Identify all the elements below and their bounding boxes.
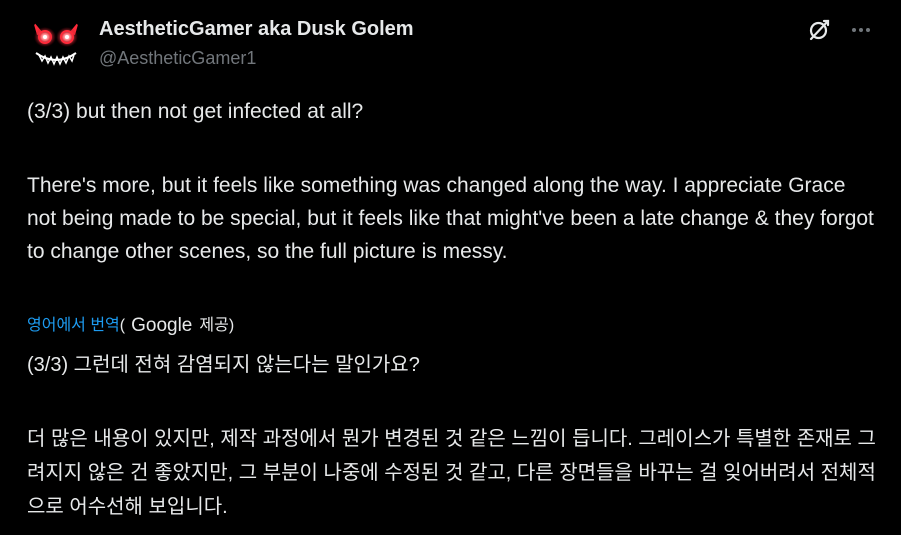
- translation-provided-label: 제공): [199, 317, 235, 334]
- translated-from-link[interactable]: 영어에서 번역: [27, 314, 120, 338]
- more-options-button[interactable]: [846, 16, 876, 44]
- glowing-eyes-face-avatar-icon: [27, 15, 85, 73]
- more-options-icon: [852, 28, 870, 32]
- grok-icon: [809, 19, 830, 41]
- translated-text-paragraph: 더 많은 내용이 있지만, 제작 과정에서 뭔가 변경된 것 같은 느낌이 듭니…: [27, 428, 876, 518]
- tweet-card: AestheticGamer aka Dusk Golem @Aesthetic…: [0, 0, 901, 535]
- grok-button[interactable]: [805, 16, 833, 44]
- tweet-text-paragraph: (3/3) but then not get infected at all?: [27, 100, 364, 123]
- author-handle[interactable]: @AestheticGamer1: [99, 46, 414, 70]
- google-logo: Google: [131, 315, 193, 336]
- translated-text-paragraph: (3/3) 그런데 전혀 감염되지 않는다는 말인가요?: [27, 354, 420, 376]
- author-display-name[interactable]: AestheticGamer aka Dusk Golem: [99, 17, 414, 41]
- translation-open-paren: (: [119, 317, 126, 334]
- avatar[interactable]: [27, 15, 85, 73]
- translation-attribution: 영어에서 번역 ( Google 제공): [27, 314, 234, 338]
- author-block: AestheticGamer aka Dusk Golem @Aesthetic…: [99, 17, 414, 70]
- tweet-text-paragraph: There's more, but it feels like somethin…: [27, 174, 874, 263]
